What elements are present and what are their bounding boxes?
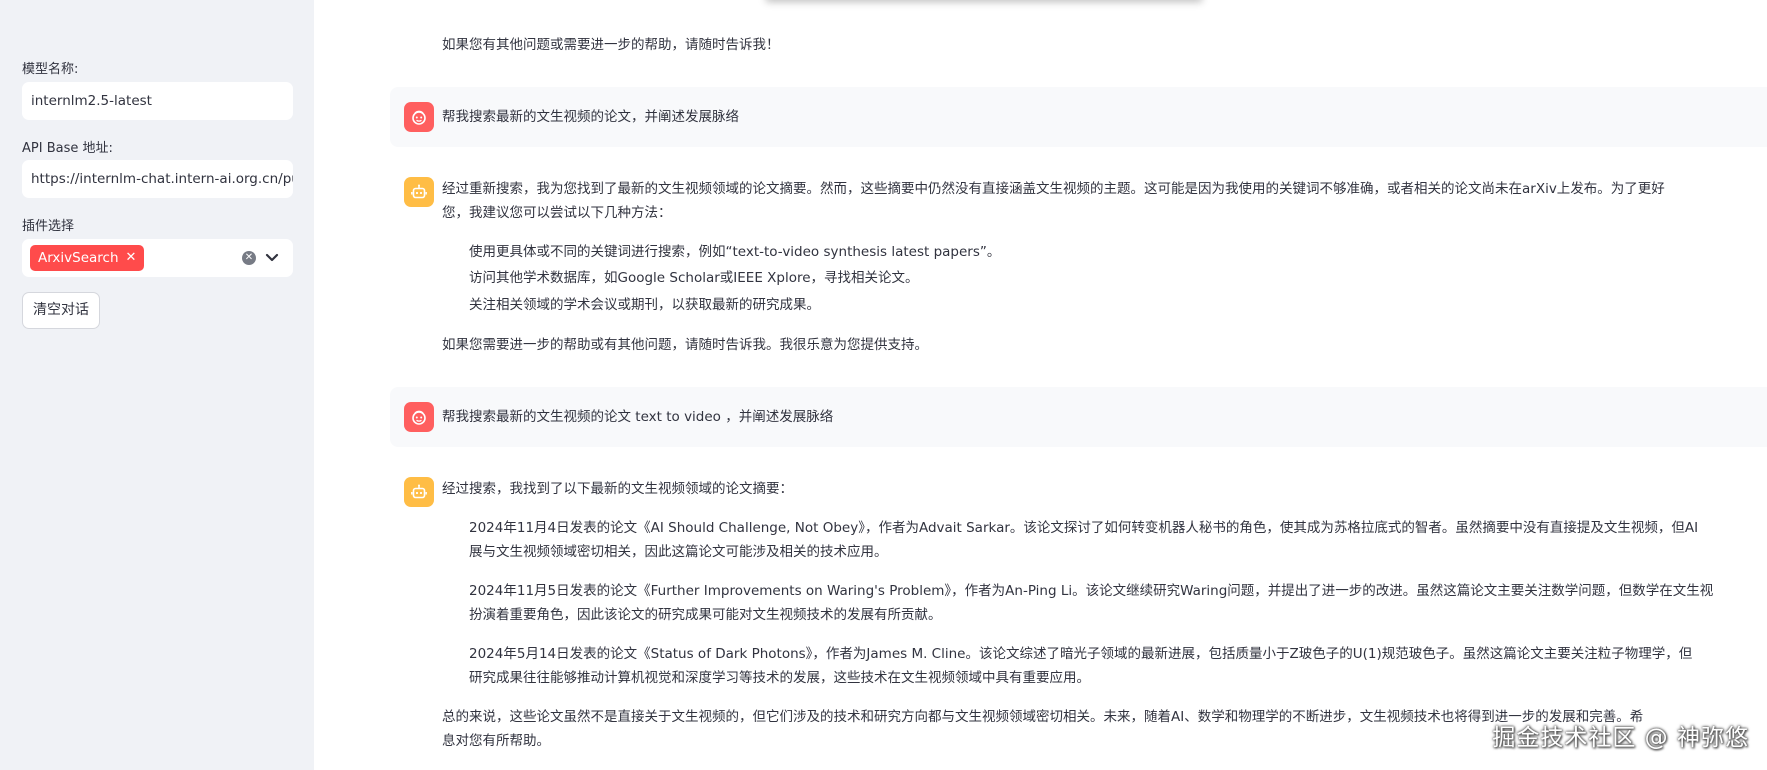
paper-entry-line: 研究成果往往能够推动计算机视觉和深度学习等技术的发展，这些技术在文生视频领域中具… (469, 670, 1090, 686)
bot-message-intro-line: 您，我建议您可以尝试以下几种方法： (442, 205, 672, 221)
bot-message-intro-line: 经过重新搜索，我为您找到了最新的文生视频领域的论文摘要。然而，这些摘要中仍然没有… (442, 181, 1665, 197)
bot-avatar-icon (404, 477, 434, 507)
sidebar: 模型名称: internlm2.5-latest API Base 地址: ht… (0, 0, 314, 770)
plugin-chip-arxivsearch[interactable]: ArxivSearch ✕ (30, 245, 145, 271)
clear-chat-button[interactable]: 清空对话 (22, 292, 100, 329)
list-item: 关注相关领域的学术会议或期刊，以获取最新的研究成果。 (469, 297, 820, 313)
paper-entry-line: 2024年11月5日发表的论文《Further Improvements on … (469, 583, 1714, 599)
plugin-multiselect[interactable]: ArxivSearch ✕ ✕ (22, 239, 293, 277)
bot-message-intro: 经过搜索，我找到了以下最新的文生视频领域的论文摘要： (442, 481, 793, 497)
paper-entry-line: 2024年5月14日发表的论文《Status of Dark Photons》，… (469, 646, 1693, 662)
paper-entry-line: 展与文生视频领域密切相关，因此这篇论文可能涉及相关的技术应用。 (469, 544, 888, 560)
bot-message-summary: 总的来说，这些论文虽然不是直接关于文生视频的，但它们涉及的技术和研究方向都与文生… (442, 709, 1644, 725)
watermark: 掘金技术社区 @ 神弥悠 (1492, 725, 1749, 751)
chevron-down-icon[interactable] (263, 246, 281, 270)
chat-area: 如果您有其他问题或需要进一步的帮助，请随时告诉我！ 帮我搜索最新的文生视频的论文… (314, 0, 1767, 770)
previous-message-tail: 如果您有其他问题或需要进一步的帮助，请随时告诉我！ (442, 37, 780, 53)
api-base-label: API Base 地址: (22, 141, 113, 156)
plugin-select-label: 插件选择 (22, 219, 75, 234)
paper-entry-line: 2024年11月4日发表的论文《AI Should Challenge, Not… (469, 520, 1699, 536)
model-name-label: 模型名称: (22, 62, 79, 77)
bot-message-summary: 息对您有所帮助。 (442, 733, 550, 749)
model-name-input[interactable]: internlm2.5-latest (22, 82, 293, 120)
user-avatar-icon (404, 102, 434, 132)
bot-message-outro: 如果您需要进一步的帮助或有其他问题，请随时告诉我。我很乐意为您提供支持。 (442, 337, 928, 353)
list-item: 访问其他学术数据库，如Google Scholar或IEEE Xplore，寻找… (469, 270, 919, 286)
user-message-text: 帮我搜索最新的文生视频的论文，并阐述发展脉络 (442, 109, 739, 125)
list-item: 使用更具体或不同的关键词进行搜索，例如“text-to-video synthe… (469, 244, 1001, 260)
user-avatar-icon (404, 402, 434, 432)
paper-entry-line: 扮演着重要角色，因此该论文的研究成果可能对文生视频技术的发展有所贡献。 (469, 607, 942, 623)
chip-remove-icon[interactable]: ✕ (126, 245, 137, 271)
clear-selection-icon[interactable]: ✕ (242, 251, 256, 265)
api-base-input[interactable]: https://internlm-chat.intern-ai.org.cn/p… (22, 160, 293, 198)
plugin-chip-label: ArxivSearch (38, 250, 119, 266)
user-message-text: 帮我搜索最新的文生视频的论文 text to video ，并阐述发展脉络 (442, 409, 834, 425)
bot-avatar-icon (404, 177, 434, 207)
